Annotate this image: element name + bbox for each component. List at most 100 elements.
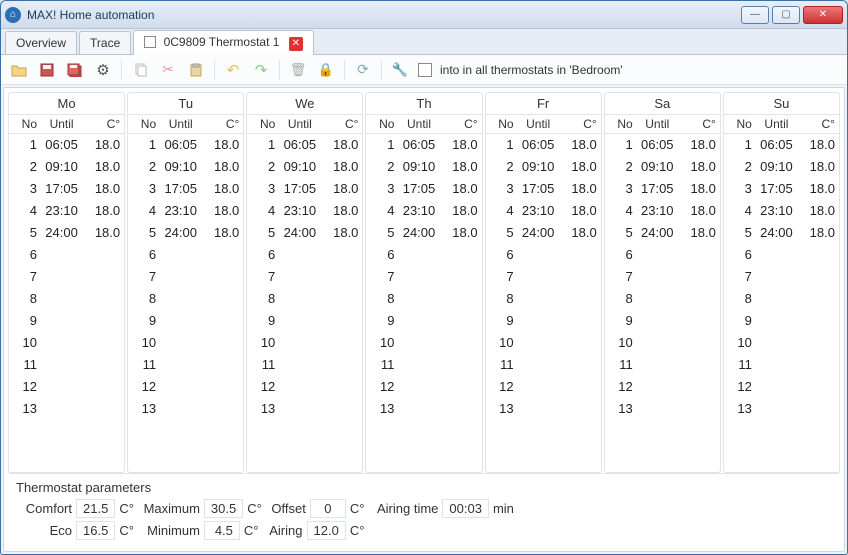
schedule-row[interactable]: 10 xyxy=(486,332,601,354)
schedule-row[interactable]: 524:0018.0 xyxy=(247,222,362,244)
schedule-row[interactable]: 106:0518.0 xyxy=(724,134,839,156)
schedule-row[interactable]: 524:0018.0 xyxy=(486,222,601,244)
wrench-button[interactable]: 🔧 xyxy=(390,60,410,80)
airing-input[interactable]: 12.0 xyxy=(307,521,346,540)
schedule-row[interactable]: 12 xyxy=(605,376,720,398)
tab-overview[interactable]: Overview xyxy=(5,31,77,54)
schedule-row[interactable]: 13 xyxy=(128,398,243,420)
schedule-row[interactable]: 6 xyxy=(128,244,243,266)
schedule-row[interactable]: 209:1018.0 xyxy=(366,156,481,178)
schedule-row[interactable]: 11 xyxy=(128,354,243,376)
redo-button[interactable]: ↷ xyxy=(251,60,271,80)
schedule-row[interactable]: 317:0518.0 xyxy=(128,178,243,200)
schedule-row[interactable]: 10 xyxy=(9,332,124,354)
schedule-row[interactable]: 8 xyxy=(605,288,720,310)
schedule-row[interactable]: 106:0518.0 xyxy=(128,134,243,156)
schedule-row[interactable]: 524:0018.0 xyxy=(605,222,720,244)
save-all-button[interactable] xyxy=(65,60,85,80)
schedule-row[interactable]: 6 xyxy=(486,244,601,266)
schedule-row[interactable]: 6 xyxy=(366,244,481,266)
comfort-input[interactable]: 21.5 xyxy=(76,499,115,518)
schedule-row[interactable]: 209:1018.0 xyxy=(247,156,362,178)
schedule-row[interactable]: 317:0518.0 xyxy=(605,178,720,200)
schedule-row[interactable]: 11 xyxy=(605,354,720,376)
schedule-row[interactable]: 12 xyxy=(128,376,243,398)
schedule-row[interactable]: 7 xyxy=(605,266,720,288)
schedule-row[interactable]: 13 xyxy=(9,398,124,420)
schedule-row[interactable]: 9 xyxy=(605,310,720,332)
schedule-row[interactable]: 11 xyxy=(9,354,124,376)
airing-time-input[interactable]: 00:03 xyxy=(442,499,489,518)
schedule-row[interactable]: 317:0518.0 xyxy=(366,178,481,200)
settings-button[interactable]: ⚙ xyxy=(93,60,113,80)
paste-button[interactable] xyxy=(186,60,206,80)
schedule-row[interactable]: 11 xyxy=(366,354,481,376)
refresh-button[interactable]: ⟳ xyxy=(353,60,373,80)
schedule-row[interactable]: 10 xyxy=(247,332,362,354)
schedule-row[interactable]: 8 xyxy=(486,288,601,310)
schedule-row[interactable]: 13 xyxy=(724,398,839,420)
schedule-row[interactable]: 7 xyxy=(724,266,839,288)
minimize-button[interactable]: — xyxy=(741,6,769,24)
schedule-row[interactable]: 209:1018.0 xyxy=(724,156,839,178)
tab-close-icon[interactable]: ✕ xyxy=(289,37,303,51)
schedule-row[interactable]: 106:0518.0 xyxy=(9,134,124,156)
schedule-row[interactable]: 524:0018.0 xyxy=(9,222,124,244)
schedule-row[interactable]: 8 xyxy=(9,288,124,310)
schedule-row[interactable]: 106:0518.0 xyxy=(486,134,601,156)
schedule-row[interactable]: 10 xyxy=(605,332,720,354)
undo-button[interactable]: ↶ xyxy=(223,60,243,80)
schedule-row[interactable]: 9 xyxy=(247,310,362,332)
schedule-row[interactable]: 6 xyxy=(724,244,839,266)
schedule-row[interactable]: 13 xyxy=(605,398,720,420)
schedule-row[interactable]: 10 xyxy=(366,332,481,354)
schedule-row[interactable]: 7 xyxy=(247,266,362,288)
schedule-row[interactable]: 6 xyxy=(247,244,362,266)
schedule-row[interactable]: 8 xyxy=(247,288,362,310)
schedule-row[interactable]: 209:1018.0 xyxy=(486,156,601,178)
apply-all-checkbox[interactable] xyxy=(418,63,432,77)
save-button[interactable] xyxy=(37,60,57,80)
schedule-row[interactable]: 317:0518.0 xyxy=(486,178,601,200)
schedule-row[interactable]: 12 xyxy=(9,376,124,398)
tab-trace[interactable]: Trace xyxy=(79,31,131,54)
schedule-row[interactable]: 8 xyxy=(366,288,481,310)
schedule-row[interactable]: 9 xyxy=(486,310,601,332)
cut-button[interactable]: ✂ xyxy=(158,60,178,80)
schedule-row[interactable]: 317:0518.0 xyxy=(724,178,839,200)
schedule-row[interactable]: 12 xyxy=(366,376,481,398)
schedule-row[interactable]: 209:1018.0 xyxy=(128,156,243,178)
schedule-row[interactable]: 11 xyxy=(724,354,839,376)
schedule-row[interactable]: 423:1018.0 xyxy=(9,200,124,222)
schedule-row[interactable]: 423:1018.0 xyxy=(605,200,720,222)
schedule-row[interactable]: 12 xyxy=(247,376,362,398)
maximize-button[interactable]: ▢ xyxy=(772,6,800,24)
schedule-row[interactable]: 11 xyxy=(486,354,601,376)
schedule-row[interactable]: 13 xyxy=(366,398,481,420)
schedule-row[interactable]: 9 xyxy=(366,310,481,332)
open-folder-button[interactable] xyxy=(9,60,29,80)
schedule-row[interactable]: 317:0518.0 xyxy=(247,178,362,200)
schedule-row[interactable]: 9 xyxy=(128,310,243,332)
close-button[interactable]: ✕ xyxy=(803,6,843,24)
schedule-row[interactable]: 423:1018.0 xyxy=(128,200,243,222)
schedule-row[interactable]: 524:0018.0 xyxy=(724,222,839,244)
schedule-row[interactable]: 209:1018.0 xyxy=(9,156,124,178)
schedule-row[interactable]: 209:1018.0 xyxy=(605,156,720,178)
schedule-row[interactable]: 11 xyxy=(247,354,362,376)
schedule-row[interactable]: 12 xyxy=(724,376,839,398)
schedule-row[interactable]: 423:1018.0 xyxy=(247,200,362,222)
schedule-row[interactable]: 10 xyxy=(128,332,243,354)
schedule-row[interactable]: 6 xyxy=(9,244,124,266)
copy-button[interactable] xyxy=(130,60,150,80)
schedule-row[interactable]: 12 xyxy=(486,376,601,398)
schedule-row[interactable]: 106:0518.0 xyxy=(366,134,481,156)
schedule-row[interactable]: 9 xyxy=(724,310,839,332)
delete-button[interactable]: 🗑 xyxy=(288,60,308,80)
schedule-row[interactable]: 423:1018.0 xyxy=(486,200,601,222)
schedule-row[interactable]: 7 xyxy=(486,266,601,288)
maximum-input[interactable]: 30.5 xyxy=(204,499,243,518)
schedule-row[interactable]: 7 xyxy=(128,266,243,288)
schedule-row[interactable]: 13 xyxy=(247,398,362,420)
schedule-row[interactable]: 8 xyxy=(128,288,243,310)
